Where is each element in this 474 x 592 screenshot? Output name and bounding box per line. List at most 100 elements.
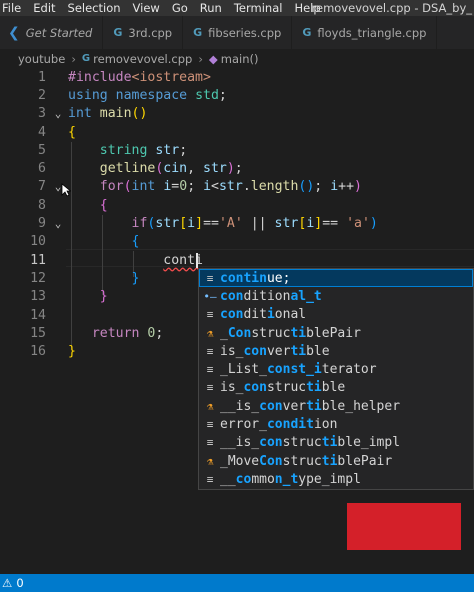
tab-label: fibseries.cpp	[208, 25, 282, 40]
code-line: 9 ⌄ if(str[i]=='A' || str[i]== 'a')	[0, 214, 474, 232]
text-icon: ≡	[206, 381, 214, 395]
suggestion-item[interactable]: ≡ __is_constructible_impl	[199, 434, 473, 452]
code-line: 11 conti	[0, 251, 474, 269]
tab-floyds-triangle-cpp[interactable]: G floyds_triangle.cpp	[292, 16, 438, 49]
suggestion-item[interactable]: ⚗ __is_convertible_helper	[199, 397, 473, 415]
line-number: 14	[30, 307, 46, 323]
breadcrumb-file[interactable]: removevovel.cpp	[93, 52, 192, 66]
warning-icon[interactable]: ⚠	[2, 576, 12, 590]
line-number: 16	[30, 344, 46, 360]
red-overlay-box	[347, 503, 461, 550]
text-cursor	[196, 253, 198, 268]
status-bar: ⚠ 0	[0, 574, 474, 592]
line-number: 1	[38, 69, 46, 85]
code-line: 5 string str;	[0, 141, 474, 159]
menu-go[interactable]: Go	[166, 1, 194, 15]
suggestion-label: is_convertible	[220, 343, 330, 359]
chevron-right-icon: ›	[198, 51, 203, 66]
type-icon: •–	[203, 289, 217, 303]
line-number: 3	[38, 106, 46, 122]
menu-selection[interactable]: Selection	[62, 1, 127, 15]
line-number: 12	[30, 270, 46, 286]
line-number: 6	[38, 161, 46, 177]
line-number: 9	[38, 216, 46, 232]
suggestion-item[interactable]: ≡ __common_type_impl	[199, 470, 473, 488]
text-icon: ≡	[206, 418, 214, 432]
warning-count[interactable]: 0	[16, 576, 23, 590]
suggestion-item[interactable]: ⚗ _MoveConstructiblePair	[199, 452, 473, 470]
line-number: 15	[30, 325, 46, 341]
chevron-right-icon: ›	[71, 51, 76, 66]
suggestion-label: __common_type_impl	[220, 471, 361, 487]
suggestion-label: __is_convertible_helper	[220, 398, 401, 414]
suggestion-label: __is_constructible_impl	[220, 435, 401, 451]
breadcrumb: youtube › G removevovel.cpp › ◆ main()	[0, 49, 474, 68]
suggestion-label: continue;	[220, 270, 291, 286]
menu-bar: File Edit Selection View Go Run Terminal…	[0, 0, 474, 16]
suggestion-label: error_condition	[220, 417, 338, 433]
suggestion-label: conditional	[220, 307, 307, 323]
suggestion-item[interactable]: ⚗ _ConstructiblePair	[199, 324, 473, 342]
code-line: 10 {	[0, 233, 474, 251]
code-line: 7 ⌄ for(int i=0; i<str.length(); i++)	[0, 178, 474, 196]
line-number: 7	[38, 179, 46, 195]
suggestion-item[interactable]: ≡ _List_const_iterator	[199, 360, 473, 378]
tab-label: 3rd.cpp	[128, 25, 173, 40]
suggestion-label: conditional_t	[220, 288, 322, 304]
code-line: 1 #include<iostream>	[0, 68, 474, 86]
text-icon: ≡	[206, 472, 214, 486]
suggestion-label: is_constructible	[220, 380, 346, 396]
method-icon: ◆	[208, 51, 218, 66]
line-number: 2	[38, 87, 46, 103]
tab-fibseries-cpp[interactable]: G fibseries.cpp	[183, 16, 293, 49]
suggestion-item[interactable]: ≡ error_condition	[199, 415, 473, 433]
chevron-down-icon[interactable]: ⌄	[52, 107, 64, 120]
line-number: 11	[30, 252, 46, 268]
line-number: 8	[38, 197, 46, 213]
class-icon: ⚗	[206, 399, 214, 413]
vscode-icon: ❮	[8, 24, 20, 41]
suggestion-label: _MoveConstructiblePair	[220, 453, 393, 469]
line-number: 13	[30, 289, 46, 305]
code-line: 3 ⌄ int main()	[0, 105, 474, 123]
cpp-file-icon: G	[113, 26, 123, 39]
suggestion-item[interactable]: ≡ continue;	[199, 269, 473, 288]
suggestion-item[interactable]: ≡ conditional	[199, 306, 473, 324]
suggestion-item[interactable]: ≡ is_constructible	[199, 379, 473, 397]
text-icon: ≡	[206, 344, 214, 358]
tab-3rd-cpp[interactable]: G 3rd.cpp	[103, 16, 184, 49]
menu-edit[interactable]: Edit	[27, 1, 61, 15]
chevron-down-icon[interactable]: ⌄	[52, 217, 64, 230]
class-icon: ⚗	[206, 326, 214, 340]
cpp-file-icon: G	[302, 26, 312, 39]
text-icon: ≡	[206, 308, 214, 322]
window-title: removevovel.cpp - DSA_by_	[311, 1, 472, 15]
code-line: 4 {	[0, 123, 474, 141]
breadcrumb-folder[interactable]: youtube	[18, 52, 65, 66]
tab-get-started[interactable]: ❮ Get Started	[0, 16, 104, 49]
autocomplete-suggestions[interactable]: ≡ continue; •– conditional_t ≡ conditional ⚗ _C…	[198, 268, 474, 490]
menu-terminal[interactable]: Terminal	[228, 1, 289, 15]
line-number: 5	[38, 142, 46, 158]
tab-label: Get Started	[25, 25, 93, 40]
tab-bar: ❮ Get Started G 3rd.cpp G fibseries.cpp …	[0, 16, 474, 49]
breadcrumb-symbol[interactable]: main()	[221, 52, 259, 66]
cpp-file-icon: G	[81, 53, 91, 64]
line-number: 4	[38, 124, 46, 140]
suggestion-item[interactable]: •– conditional_t	[199, 287, 473, 305]
class-icon: ⚗	[206, 454, 214, 468]
suggestion-label: _List_const_iterator	[220, 362, 377, 378]
cpp-file-icon: G	[193, 26, 203, 39]
menu-view[interactable]: View	[127, 1, 166, 15]
code-line: 2 using namespace std;	[0, 86, 474, 104]
suggestion-item[interactable]: ≡ is_convertible	[199, 342, 473, 360]
suggestion-label: _ConstructiblePair	[220, 325, 361, 341]
menu-run[interactable]: Run	[194, 1, 228, 15]
text-icon: ≡	[206, 436, 214, 450]
code-line: 6 getline(cin, str);	[0, 160, 474, 178]
mouse-pointer-icon	[61, 183, 71, 197]
text-icon: ≡	[206, 363, 214, 377]
keyword-icon: ≡	[206, 271, 214, 285]
menu-file[interactable]: File	[0, 1, 27, 15]
tab-label: floyds_triangle.cpp	[317, 25, 427, 40]
